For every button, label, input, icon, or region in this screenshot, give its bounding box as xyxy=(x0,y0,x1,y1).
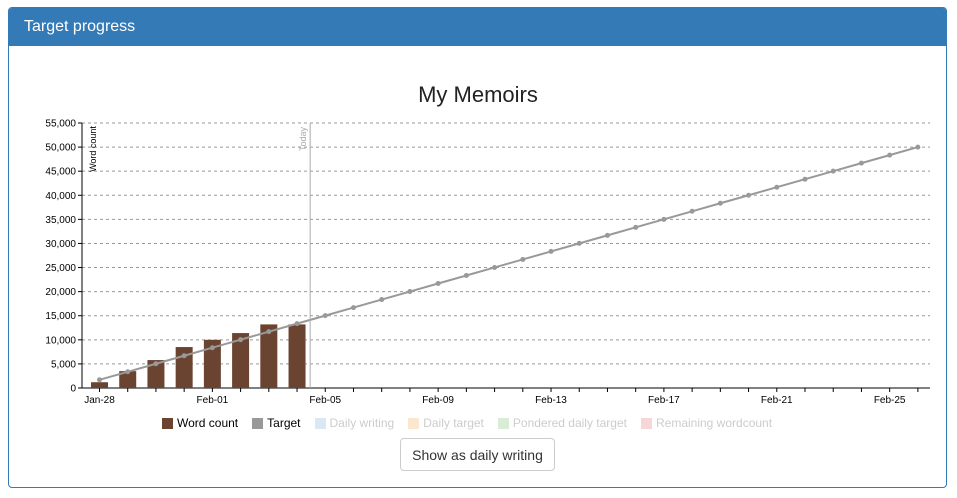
legend-swatch xyxy=(252,417,264,429)
legend-item[interactable]: Target xyxy=(252,416,301,430)
target-point xyxy=(858,160,864,166)
y-tick-label: 35,000 xyxy=(45,215,76,226)
chart-legend: Word count Target Daily writing Daily targe… xyxy=(162,415,786,431)
target-point xyxy=(661,216,667,222)
target-point xyxy=(97,377,102,383)
target-point xyxy=(294,321,300,327)
target-point xyxy=(350,305,356,311)
target-point xyxy=(689,208,695,214)
x-tick-label: Feb-17 xyxy=(648,395,680,406)
target-point xyxy=(209,345,215,351)
y-tick-label: 25,000 xyxy=(45,263,76,274)
target-point xyxy=(746,192,752,198)
x-tick-label: Feb-09 xyxy=(422,395,454,406)
target-line xyxy=(99,146,919,381)
target-point xyxy=(435,281,441,287)
legend-label: Target xyxy=(267,416,301,430)
word-count-bar xyxy=(288,324,306,388)
legend-swatch xyxy=(314,417,326,429)
y-tick-label: 10,000 xyxy=(45,335,76,346)
x-tick-label: Feb-01 xyxy=(197,395,229,406)
today-label: Today xyxy=(298,127,308,152)
x-tick-label: Feb-25 xyxy=(874,395,906,406)
word-count-bar xyxy=(91,382,108,388)
legend-swatch xyxy=(640,417,652,429)
y-tick-label: 15,000 xyxy=(45,311,76,322)
y-tick-label: 30,000 xyxy=(45,239,76,250)
legend-item[interactable]: Daily target xyxy=(408,416,484,430)
target-point xyxy=(379,297,385,303)
target-point xyxy=(717,200,723,206)
target-point xyxy=(802,176,808,182)
target-point xyxy=(774,184,780,190)
legend-item[interactable]: Pondered daily target xyxy=(497,416,627,430)
legend-item[interactable]: Remaining wordcount xyxy=(640,416,773,430)
target-point xyxy=(633,224,639,230)
legend-label: Daily writing xyxy=(329,416,395,430)
target-point xyxy=(266,329,272,335)
legend-label: Remaining wordcount xyxy=(655,416,773,430)
y-axis-label: Word count xyxy=(88,126,98,172)
chart-title: My Memoirs xyxy=(418,82,538,107)
target-point xyxy=(153,361,159,367)
y-tick-label: 55,000 xyxy=(45,119,76,130)
show-daily-writing-button[interactable]: Show as daily writing xyxy=(400,438,555,471)
target-point xyxy=(492,264,498,270)
y-tick-label: 40,000 xyxy=(45,191,76,202)
target-point xyxy=(548,248,554,254)
target-point xyxy=(322,313,328,319)
target-point xyxy=(915,144,921,150)
target-point xyxy=(238,337,244,343)
legend-item[interactable]: Word count xyxy=(162,416,238,430)
target-point xyxy=(604,232,610,238)
y-tick-label: 0 xyxy=(70,384,76,395)
x-tick-label: Feb-05 xyxy=(309,395,341,406)
legend-label: Pondered daily target xyxy=(512,416,627,430)
target-point xyxy=(830,168,836,174)
legend-swatch xyxy=(497,417,509,429)
target-point xyxy=(576,240,582,246)
legend-label: Word count xyxy=(177,416,239,430)
x-tick-label: Feb-21 xyxy=(761,395,793,406)
legend-swatch xyxy=(162,417,173,429)
legend-label: Daily target xyxy=(423,416,484,430)
y-tick-label: 50,000 xyxy=(45,143,76,154)
target-point xyxy=(463,272,469,278)
y-tick-label: 45,000 xyxy=(45,167,76,178)
y-tick-label: 20,000 xyxy=(45,287,76,298)
y-tick-label: 5,000 xyxy=(51,359,76,370)
target-point xyxy=(125,369,131,375)
x-tick-label: Jan-28 xyxy=(84,395,115,406)
target-point xyxy=(181,353,187,359)
x-tick-label: Feb-13 xyxy=(535,395,567,406)
target-point xyxy=(520,256,526,262)
legend-swatch xyxy=(408,417,420,429)
target-point xyxy=(407,289,413,295)
target-point xyxy=(887,152,893,158)
legend-item[interactable]: Daily writing xyxy=(314,416,395,430)
